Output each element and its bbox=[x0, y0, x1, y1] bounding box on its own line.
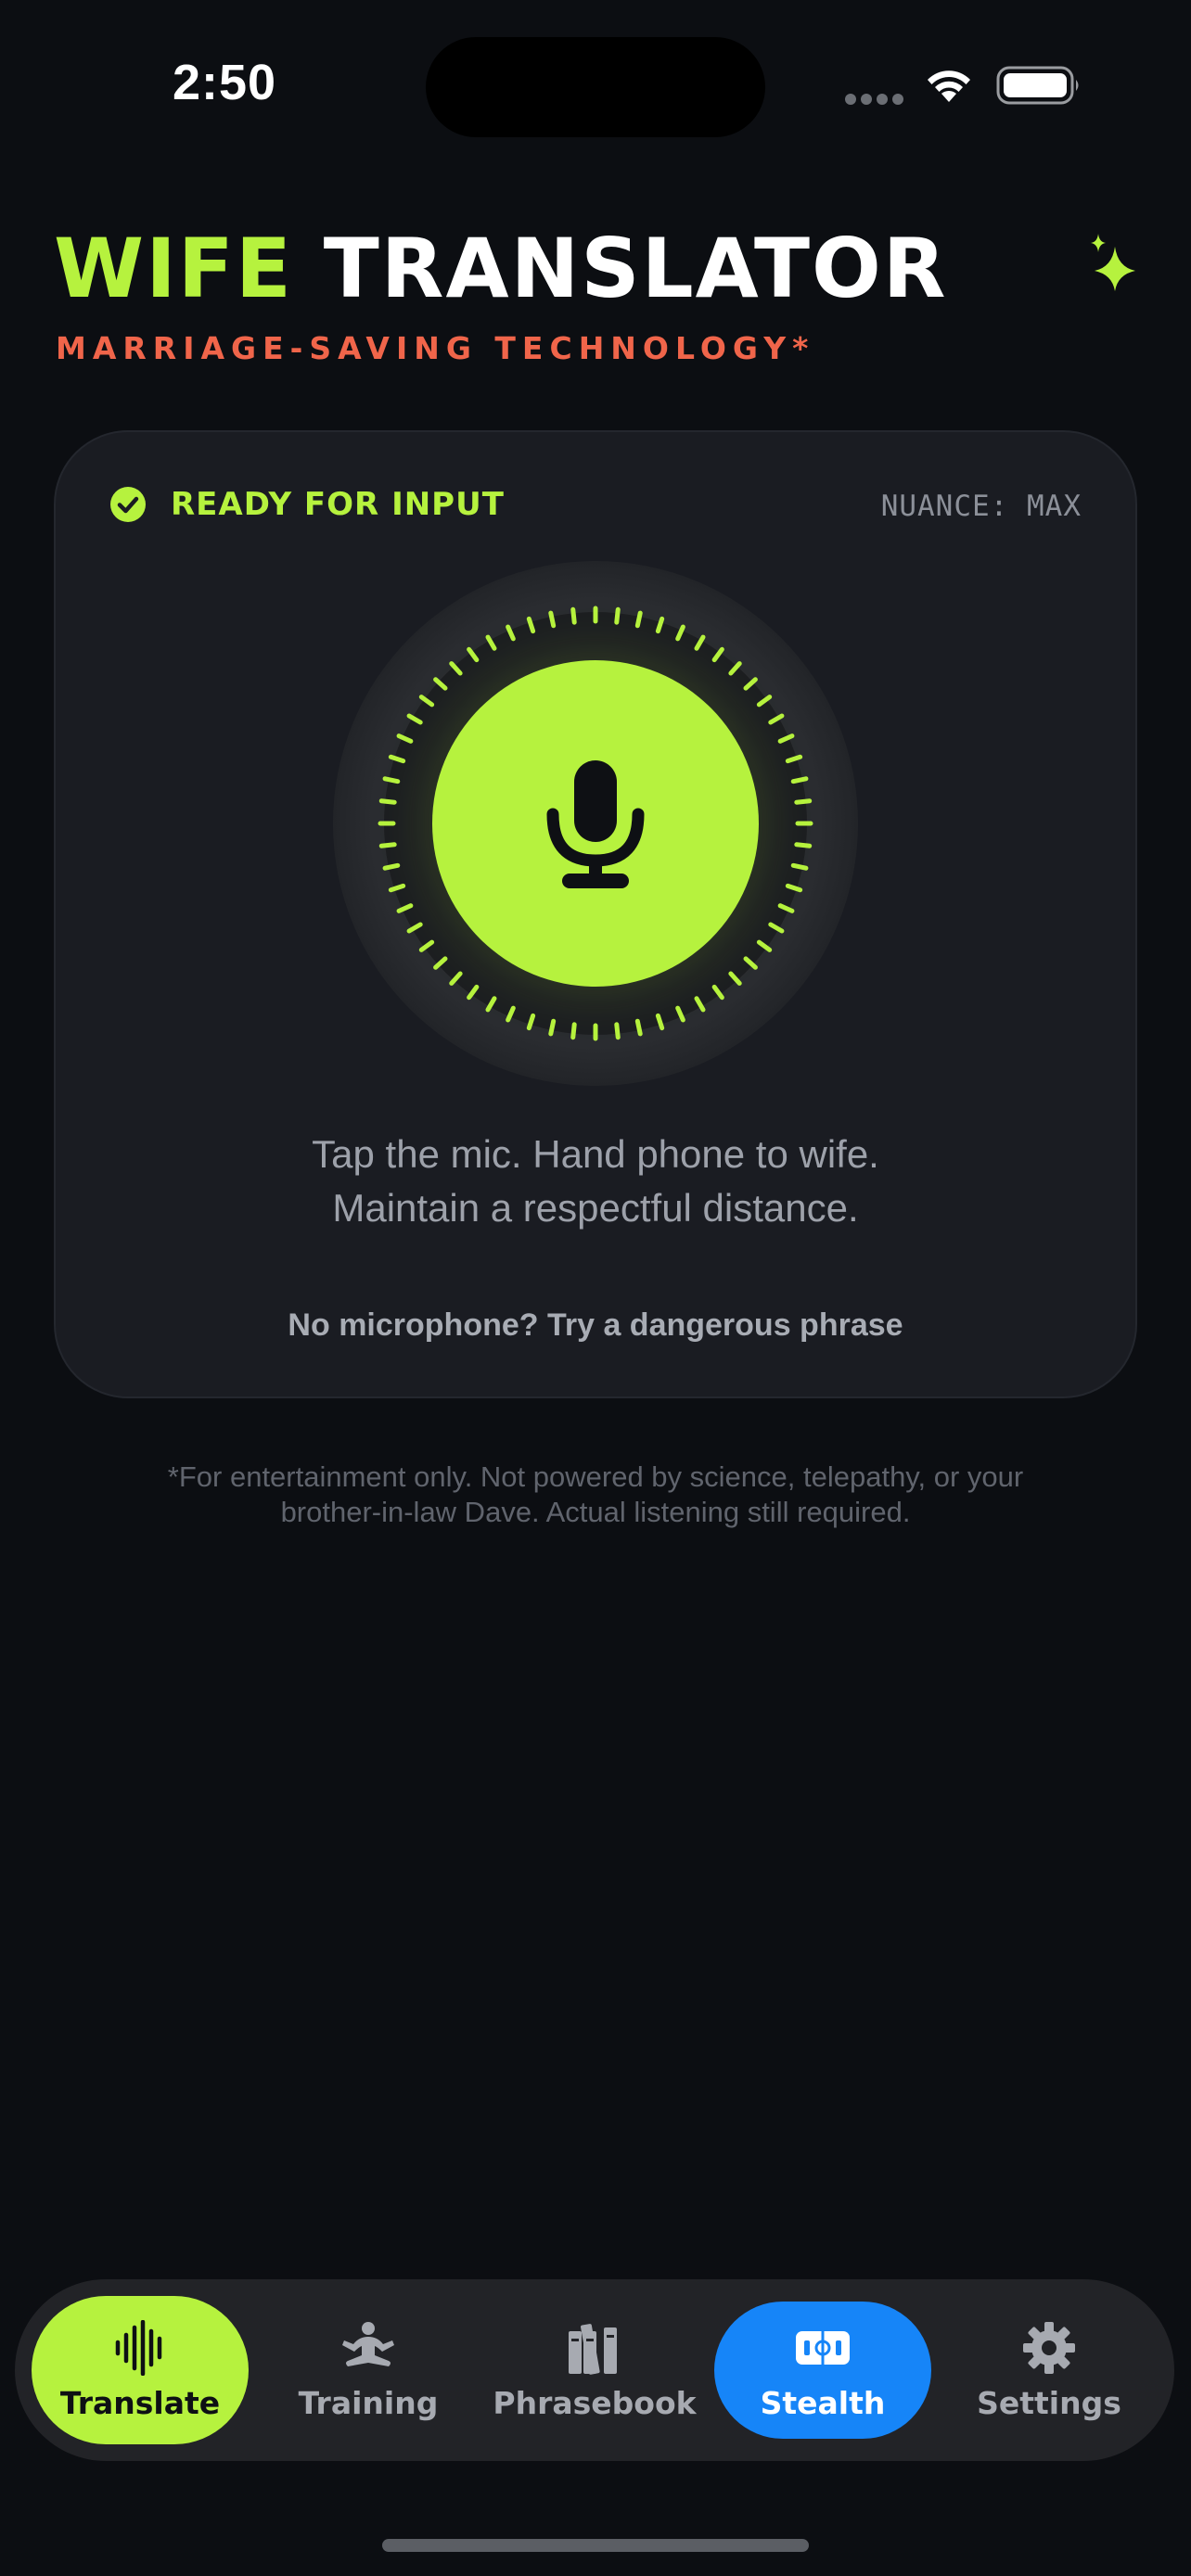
waveform-icon bbox=[115, 2319, 162, 2376]
app-subtitle: MARRIAGE-SAVING TECHNOLOGY* bbox=[56, 330, 815, 366]
mic-ring-tick bbox=[790, 862, 809, 871]
mic-ring-tick bbox=[548, 610, 557, 629]
mic-ring-tick bbox=[634, 610, 643, 629]
mic-ring-tick bbox=[790, 776, 809, 784]
ready-label: READY FOR INPUT bbox=[171, 486, 505, 523]
tab-label: Settings bbox=[977, 2384, 1121, 2421]
sparkle-icon[interactable] bbox=[1087, 234, 1139, 291]
disclaimer-line-1: *For entertainment only. Not powered by … bbox=[167, 1460, 1024, 1493]
mic-ring-tick bbox=[382, 776, 401, 784]
disclaimer-line-2: brother-in-law Dave. Actual listening st… bbox=[280, 1496, 911, 1528]
mic-ring-tick bbox=[614, 606, 621, 625]
cellular-signal-icon bbox=[845, 94, 903, 105]
stealth-icon bbox=[796, 2330, 850, 2365]
mic-ring-tick bbox=[570, 606, 577, 625]
app-title: WIFE TRANSLATOR bbox=[54, 221, 948, 316]
meditation-icon bbox=[342, 2321, 394, 2366]
mic-ring-tick bbox=[570, 1022, 577, 1040]
ready-status: READY FOR INPUT bbox=[109, 486, 505, 523]
home-indicator bbox=[382, 2539, 809, 2552]
tab-bar: Translate Training Phrasebook Stealth Se… bbox=[15, 2279, 1174, 2461]
mic-ring-tick bbox=[614, 1022, 621, 1040]
tab-settings[interactable]: Settings bbox=[941, 2296, 1158, 2444]
books-icon bbox=[569, 2323, 617, 2375]
tab-label: Translate bbox=[59, 2384, 221, 2421]
mic-ring-tick bbox=[382, 862, 401, 871]
tab-label: Training bbox=[298, 2384, 439, 2421]
tab-label: Stealth bbox=[760, 2384, 886, 2421]
tab-translate[interactable]: Translate bbox=[32, 2296, 249, 2444]
mic-ring-tick bbox=[634, 1018, 643, 1037]
dynamic-island bbox=[426, 37, 765, 137]
nuance-level: NUANCE: MAX bbox=[880, 490, 1082, 523]
gear-icon bbox=[1023, 2321, 1075, 2374]
mic-ring-tick bbox=[548, 1018, 557, 1037]
instructions-line-2: Maintain a respectful distance. bbox=[332, 1186, 859, 1230]
mic-ring-tick bbox=[794, 798, 813, 805]
instructions: Tap the mic. Hand phone to wife. Maintai… bbox=[56, 1128, 1135, 1235]
status-time: 2:50 bbox=[173, 55, 277, 110]
microphone-button[interactable] bbox=[432, 660, 759, 987]
mic-stage bbox=[332, 560, 859, 1087]
tab-training[interactable]: Training bbox=[260, 2296, 477, 2444]
mic-ring-tick bbox=[794, 842, 813, 848]
mic-ring-tick bbox=[378, 798, 397, 805]
checkmark-circle-icon bbox=[110, 487, 146, 522]
app-title-accent: WIFE bbox=[54, 221, 294, 316]
app-title-rest: TRANSLATOR bbox=[323, 221, 948, 316]
battery-icon bbox=[996, 66, 1079, 105]
tab-stealth[interactable]: Stealth bbox=[714, 2302, 931, 2439]
instructions-line-1: Tap the mic. Hand phone to wife. bbox=[312, 1132, 879, 1176]
wifi-icon bbox=[928, 70, 970, 102]
microphone-icon bbox=[546, 760, 645, 888]
disclaimer: *For entertainment only. Not powered by … bbox=[56, 1460, 1135, 1530]
mic-ring-tick bbox=[378, 842, 397, 848]
tab-phrasebook[interactable]: Phrasebook bbox=[486, 2296, 703, 2444]
translator-card: READY FOR INPUT NUANCE: MAX Tap the mic.… bbox=[54, 430, 1137, 1398]
tab-label: Phrasebook bbox=[493, 2384, 697, 2421]
dangerous-phrase-link[interactable]: No microphone? Try a dangerous phrase bbox=[56, 1307, 1135, 1344]
